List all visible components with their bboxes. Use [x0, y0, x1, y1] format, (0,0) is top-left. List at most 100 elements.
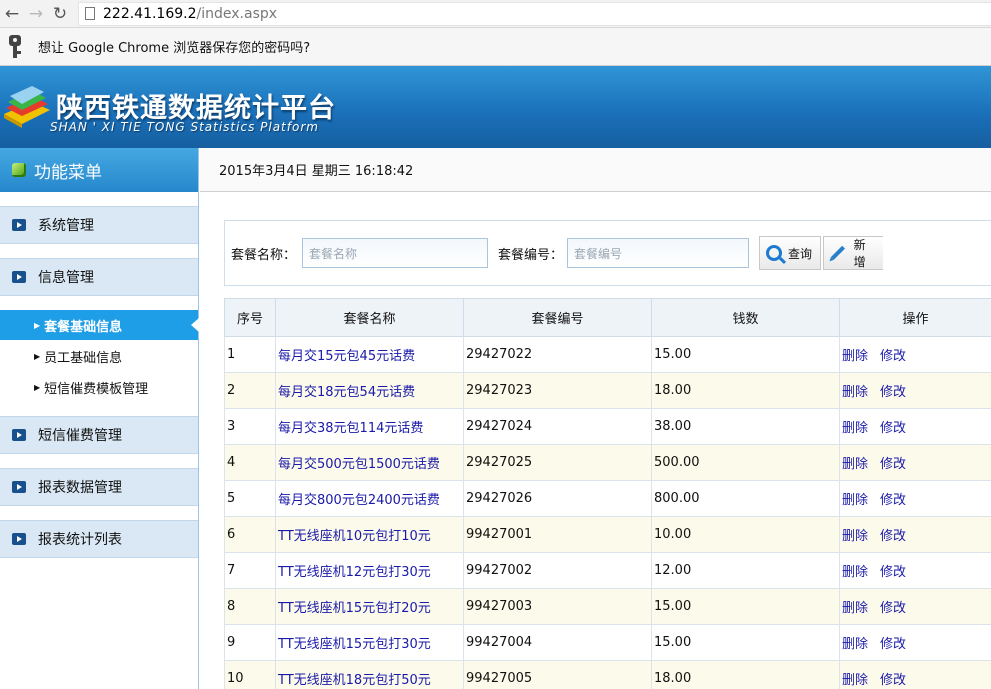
edit-link[interactable]: 修改: [880, 349, 906, 364]
cell-package-name[interactable]: TT无线座机15元包打20元: [275, 588, 464, 625]
edit-link[interactable]: 修改: [880, 385, 906, 400]
cell-package-name[interactable]: 每月交800元包2400元话费: [275, 480, 464, 517]
sidebar-item-report-list[interactable]: 报表统计列表: [0, 520, 198, 558]
cell-actions: 删除 修改: [839, 336, 991, 373]
delete-link[interactable]: 删除: [842, 349, 868, 364]
query-button-label: 查询: [788, 246, 813, 261]
edit-link[interactable]: 修改: [880, 565, 906, 580]
cell-package-name[interactable]: TT无线座机15元包打30元: [275, 624, 464, 661]
cell-package-code: 29427025: [463, 444, 652, 481]
delete-link[interactable]: 删除: [842, 421, 868, 436]
table-row: 4 每月交500元包1500元话费 29427025 500.00 删除 修改: [224, 444, 991, 481]
delete-link[interactable]: 删除: [842, 673, 868, 688]
cell-package-name[interactable]: TT无线座机18元包打50元: [275, 660, 464, 689]
back-arrow-icon[interactable]: ←: [0, 2, 24, 26]
cell-package-name[interactable]: 每月交38元包114元话费: [275, 408, 464, 445]
sidebar-subitem-sms-template[interactable]: ▶ 短信催费模板管理: [0, 372, 198, 402]
package-name-input[interactable]: 套餐名称: [302, 238, 489, 268]
edit-link[interactable]: 修改: [880, 637, 906, 652]
delete-link[interactable]: 删除: [842, 637, 868, 652]
address-bar[interactable]: 222.41.169.2/index.aspx: [78, 1, 991, 26]
delete-link[interactable]: 删除: [842, 457, 868, 472]
table-row: 2 每月交18元包54元话费 29427023 18.00 删除 修改: [224, 372, 991, 409]
sidebar-item-report-data[interactable]: 报表数据管理: [0, 468, 198, 506]
package-code-input[interactable]: 套餐编号: [567, 238, 750, 268]
arrow-right-icon: [12, 219, 26, 231]
search-panel: 套餐名称： 套餐名称 套餐编号： 套餐编号 查询 新增: [224, 220, 991, 286]
table-row: 5 每月交800元包2400元话费 29427026 800.00 删除 修改: [224, 480, 991, 517]
sidebar: 功能菜单 系统管理 信息管理 ▶ 套餐基础信息 ▶ 员工基础信息 ▶ 短信催费模…: [0, 148, 199, 689]
column-header-amount: 钱数: [651, 298, 840, 337]
arrow-right-icon: [12, 429, 26, 441]
edit-link[interactable]: 修改: [880, 673, 906, 688]
cell-actions: 删除 修改: [839, 552, 991, 589]
cell-amount: 18.00: [651, 660, 840, 689]
url-path: /index.aspx: [196, 5, 278, 22]
sidebar-subitem-package-info[interactable]: ▶ 套餐基础信息: [0, 310, 199, 340]
edit-link[interactable]: 修改: [880, 457, 906, 472]
cell-amount: 38.00: [651, 408, 840, 445]
cell-amount: 15.00: [651, 336, 840, 373]
sidebar-subitem-label: 套餐基础信息: [44, 319, 123, 335]
table-row: 6 TT无线座机10元包打10元 99427001 10.00 删除 修改: [224, 516, 991, 553]
cell-actions: 删除 修改: [839, 516, 991, 553]
cell-package-code: 29427024: [463, 408, 652, 445]
cell-package-name[interactable]: TT无线座机10元包打10元: [275, 516, 464, 553]
add-button[interactable]: 新增: [823, 236, 884, 270]
cell-actions: 删除 修改: [839, 444, 991, 481]
cell-amount: 10.00: [651, 516, 840, 553]
cell-package-name[interactable]: 每月交15元包45元话费: [275, 336, 464, 373]
cell-amount: 12.00: [651, 552, 840, 589]
delete-link[interactable]: 删除: [842, 385, 868, 400]
sidebar-item-info[interactable]: 信息管理: [0, 258, 198, 296]
sidebar-subitem-employee-info[interactable]: ▶ 员工基础信息: [0, 341, 198, 371]
cell-package-name[interactable]: 每月交18元包54元话费: [275, 372, 464, 409]
column-header-no: 序号: [224, 298, 276, 337]
bullet-icon: ▶: [34, 351, 41, 361]
edit-link[interactable]: 修改: [880, 493, 906, 508]
edit-link[interactable]: 修改: [880, 601, 906, 616]
sidebar-subitem-label: 短信催费模板管理: [44, 381, 149, 397]
cell-package-name[interactable]: 每月交500元包1500元话费: [275, 444, 464, 481]
package-table: 序号 套餐名称 套餐编号 钱数 操作 1 每月交15元包45元话费 29427022…: [224, 298, 991, 689]
sidebar-item-sms-billing[interactable]: 短信催费管理: [0, 416, 198, 454]
cell-package-code: 99427004: [463, 624, 652, 661]
table-header-row: 序号 套餐名称 套餐编号 钱数 操作: [224, 298, 991, 337]
edit-link[interactable]: 修改: [880, 421, 906, 436]
datetime-bar: 2015年3月4日 星期三 16:18:42: [200, 148, 991, 192]
table-row: 3 每月交38元包114元话费 29427024 38.00 删除 修改: [224, 408, 991, 445]
cell-no: 5: [224, 480, 276, 517]
cell-amount: 800.00: [651, 480, 840, 517]
cell-amount: 15.00: [651, 588, 840, 625]
column-header-name: 套餐名称: [275, 298, 464, 337]
url-host: 222.41.169.2: [103, 5, 197, 22]
query-button[interactable]: 查询: [759, 236, 822, 270]
table-row: 1 每月交15元包45元话费 29427022 15.00 删除 修改: [224, 336, 991, 373]
delete-link[interactable]: 删除: [842, 601, 868, 616]
table-row: 7 TT无线座机12元包打30元 99427002 12.00 删除 修改: [224, 552, 991, 589]
cell-package-name[interactable]: TT无线座机12元包打30元: [275, 552, 464, 589]
delete-link[interactable]: 删除: [842, 529, 868, 544]
datetime-text: 2015年3月4日 星期三 16:18:42: [219, 164, 414, 179]
cell-no: 6: [224, 516, 276, 553]
cell-actions: 删除 修改: [839, 372, 991, 409]
delete-link[interactable]: 删除: [842, 565, 868, 580]
forward-arrow-icon[interactable]: →: [24, 2, 48, 26]
reload-icon[interactable]: ↻: [48, 2, 72, 26]
sidebar-item-system[interactable]: 系统管理: [0, 206, 198, 244]
add-button-label: 新增: [853, 238, 866, 269]
edit-link[interactable]: 修改: [880, 529, 906, 544]
cell-package-code: 29427023: [463, 372, 652, 409]
cell-actions: 删除 修改: [839, 660, 991, 689]
delete-link[interactable]: 删除: [842, 493, 868, 508]
cell-package-code: 99427002: [463, 552, 652, 589]
cell-actions: 删除 修改: [839, 588, 991, 625]
cell-no: 7: [224, 552, 276, 589]
infobar-text: 想让 Google Chrome 浏览器保存您的密码吗?: [38, 41, 311, 56]
cell-no: 2: [224, 372, 276, 409]
app-banner: 陕西铁通数据统计平台 SHAN ' XI TIE TONG Statistics…: [0, 66, 991, 148]
cell-actions: 删除 修改: [839, 408, 991, 445]
table-row: 9 TT无线座机15元包打30元 99427004 15.00 删除 修改: [224, 624, 991, 661]
arrow-right-icon: [12, 533, 26, 545]
cell-package-code: 29427026: [463, 480, 652, 517]
